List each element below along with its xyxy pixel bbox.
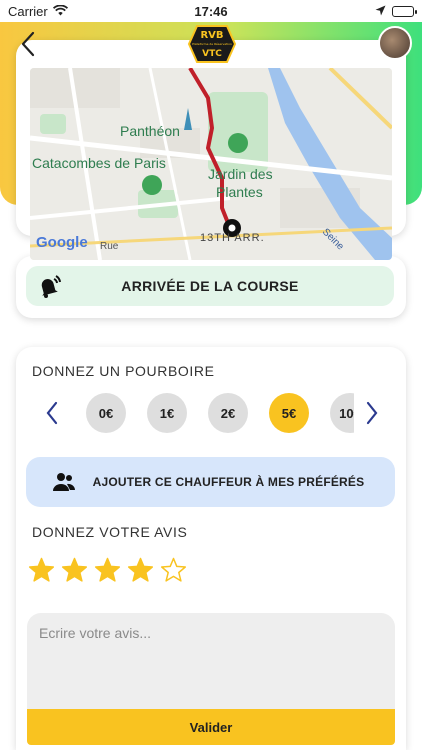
tip-prev-button[interactable] (42, 399, 62, 427)
bell-ringing-icon (34, 272, 62, 300)
logo-text-sub: Plateforme de Réservation (192, 42, 232, 46)
map-label-pantheon: Panthéon (120, 123, 180, 139)
back-button[interactable] (14, 28, 42, 60)
tip-options: 0€ 1€ 2€ 5€ 10€ (86, 391, 354, 435)
star-filled-icon[interactable] (28, 557, 55, 584)
rvb-vtc-logo: RVB Plateforme de Réservation VTC (187, 24, 237, 64)
star-filled-icon[interactable] (94, 557, 121, 584)
wifi-icon (52, 4, 68, 19)
add-favorite-driver-button[interactable]: AJOUTER CE CHAUFFEUR À MES PRÉFÉRÉS (26, 457, 395, 507)
avatar[interactable] (378, 26, 412, 60)
map-label-rue: Rue (100, 241, 119, 252)
tip-option-4[interactable]: 10€ (330, 393, 354, 433)
star-rating (28, 557, 187, 584)
arrival-status[interactable]: ARRIVÉE DE LA COURSE (26, 266, 394, 306)
star-filled-icon[interactable] (61, 557, 88, 584)
chevron-right-icon (366, 401, 378, 425)
submit-button[interactable]: Valider (27, 709, 395, 745)
star-empty-icon[interactable] (160, 557, 187, 584)
map-label-13th: 13TH ARR. (200, 232, 265, 244)
carrier-label: Carrier (8, 3, 48, 19)
map-card: Panthéon Catacombes de Paris Jardin des … (16, 40, 406, 260)
tip-option-1[interactable]: 1€ (147, 393, 187, 433)
google-logo: Google (36, 234, 88, 251)
nav-bar: RVB Plateforme de Réservation VTC (0, 22, 422, 66)
route-map[interactable]: Panthéon Catacombes de Paris Jardin des … (30, 68, 392, 260)
map-label-plantes: Plantes (216, 184, 263, 200)
map-label-catacombes: Catacombes de Paris (32, 155, 166, 171)
tip-selector: 0€ 1€ 2€ 5€ 10€ (16, 391, 406, 435)
tip-option-3[interactable]: 5€ (269, 393, 309, 433)
logo-text-top: RVB (200, 30, 223, 41)
star-filled-icon[interactable] (127, 557, 154, 584)
clock: 17:46 (194, 3, 228, 19)
tip-title: DONNEZ UN POURBOIRE (32, 363, 215, 379)
review-input[interactable] (27, 613, 395, 709)
arrival-label: ARRIVÉE DE LA COURSE (121, 278, 299, 294)
add-favorite-label: AJOUTER CE CHAUFFEUR À MES PRÉFÉRÉS (92, 475, 365, 489)
rating-card: DONNEZ UN POURBOIRE 0€ 1€ 2€ 5€ 10€ AJOU… (16, 347, 406, 750)
chevron-left-icon (21, 31, 35, 57)
review-title: DONNEZ VOTRE AVIS (32, 524, 188, 540)
tip-option-2[interactable]: 2€ (208, 393, 248, 433)
battery-icon (392, 5, 417, 17)
users-icon (52, 470, 76, 494)
map-label-jardin: Jardin des (208, 166, 273, 182)
status-bar: Carrier 17:46 (0, 0, 422, 22)
location-arrow-icon (375, 4, 386, 19)
tip-option-0[interactable]: 0€ (86, 393, 126, 433)
chevron-left-icon (46, 401, 58, 425)
logo-text-bottom: VTC (202, 49, 222, 59)
arrival-card: ARRIVÉE DE LA COURSE (16, 256, 406, 318)
tip-next-button[interactable] (362, 399, 382, 427)
